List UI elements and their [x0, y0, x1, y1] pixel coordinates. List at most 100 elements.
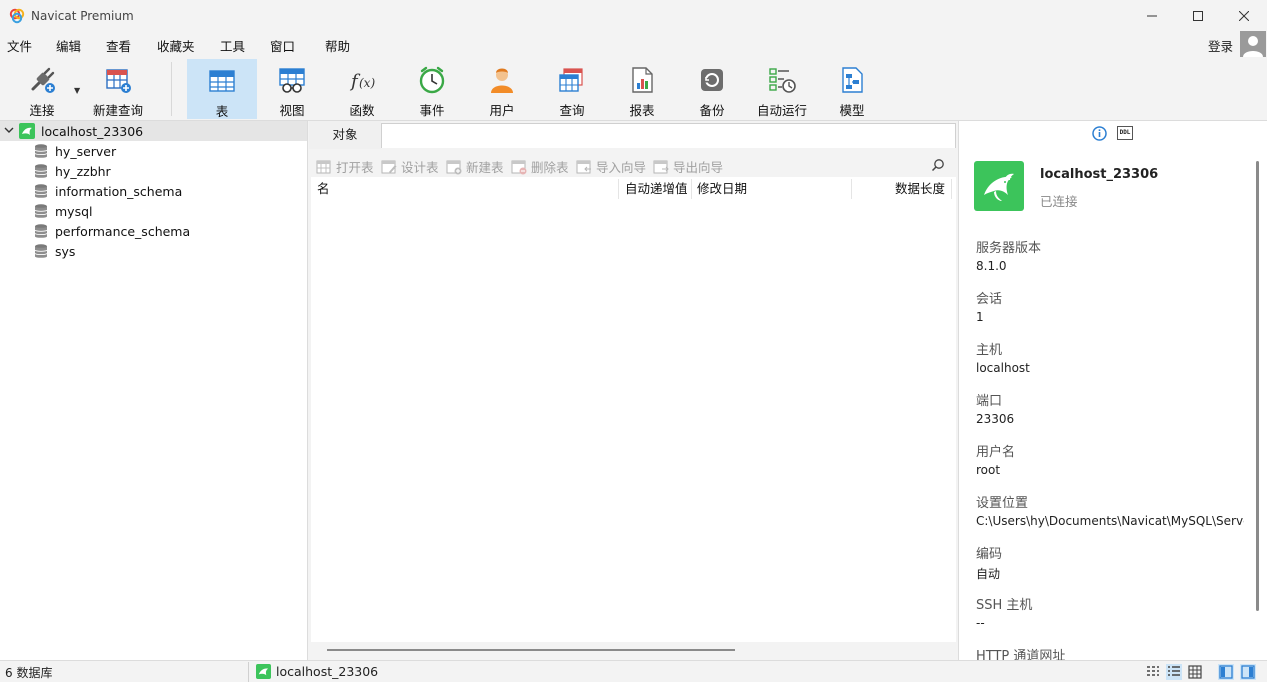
- detail-view-icon[interactable]: [1166, 664, 1182, 680]
- column-header-name[interactable]: 名: [317, 177, 330, 201]
- navigation-pane: localhost_23306 hy_server hy_zzbhr infor…: [0, 121, 308, 660]
- design-table-button[interactable]: 设计表: [381, 157, 439, 176]
- nav-connection-item[interactable]: localhost_23306: [0, 121, 307, 141]
- nav-connection-label: localhost_23306: [41, 123, 144, 139]
- new-query-button[interactable]: 新建查询: [92, 59, 144, 119]
- tab-objects[interactable]: 对象: [309, 121, 381, 149]
- table-button[interactable]: 表: [187, 59, 257, 119]
- report-label: 报表: [629, 103, 655, 118]
- import-wizard-button[interactable]: 导入向导: [576, 157, 646, 176]
- info-connection-status: 已连接: [1040, 194, 1078, 209]
- chevron-down-icon[interactable]: [4, 125, 14, 135]
- menu-edit[interactable]: 编辑: [56, 36, 81, 55]
- prop-host-value: localhost: [976, 361, 1030, 375]
- new-table-button[interactable]: 新建表: [446, 157, 504, 176]
- minimize-button[interactable]: [1129, 0, 1175, 32]
- ddl-icon[interactable]: DDL: [1117, 126, 1133, 140]
- column-header-modified-date[interactable]: 修改日期: [697, 177, 747, 201]
- event-button[interactable]: 事件: [410, 59, 454, 119]
- nav-database-item[interactable]: mysql: [0, 201, 307, 221]
- svg-text:(x): (x): [359, 76, 375, 90]
- vertical-scrollbar[interactable]: [1256, 161, 1259, 611]
- toggle-left-pane-icon[interactable]: [1218, 664, 1234, 680]
- view-button[interactable]: 视图: [270, 59, 314, 119]
- prop-encoding-label: 编码: [976, 547, 1003, 562]
- column-header-data-length[interactable]: 数据长度: [895, 177, 945, 201]
- info-pane: DDL localhost_23306 已连接 服务器版本 8.1.0 会话 1…: [958, 121, 1267, 664]
- backup-label: 备份: [699, 103, 725, 118]
- view-glasses-icon: [277, 65, 307, 95]
- table-icon: [207, 66, 237, 96]
- prop-port-value: 23306: [976, 412, 1015, 426]
- object-toolbar: 打开表 设计表 新建表 删除表 导入向导 导出向导: [309, 153, 957, 177]
- main-toolbar: 连接 新建查询 表 视图 f (x) 函数 事件 用户 查询 报表 备份 自动运…: [0, 58, 1267, 120]
- prop-ssh-host-value: --: [976, 616, 985, 630]
- menu-tools[interactable]: 工具: [220, 36, 245, 55]
- nav-database-item[interactable]: sys: [0, 241, 307, 261]
- prop-server-version-label: 服务器版本: [976, 241, 1042, 256]
- login-link[interactable]: 登录: [1208, 36, 1233, 55]
- menu-window[interactable]: 窗口: [270, 36, 295, 55]
- backup-button[interactable]: 备份: [690, 59, 734, 119]
- new-query-icon: [103, 65, 133, 95]
- connection-plug-icon: [27, 65, 57, 95]
- new-query-label: 新建查询: [92, 103, 143, 118]
- connection-dropdown-arrow-icon[interactable]: ▼: [74, 86, 80, 95]
- status-database-count: 6 数据库: [5, 666, 53, 680]
- database-icon: [34, 204, 48, 218]
- toolbar-separator: [171, 62, 172, 116]
- info-tab-bar: DDL: [959, 121, 1267, 147]
- menu-bar: 文件 编辑 查看 收藏夹 工具 窗口 帮助: [0, 32, 1267, 56]
- prop-port-label: 端口: [976, 394, 1003, 409]
- function-button[interactable]: f (x) 函数: [340, 59, 384, 119]
- nav-database-item[interactable]: performance_schema: [0, 221, 307, 241]
- menu-help[interactable]: 帮助: [325, 36, 350, 55]
- toggle-right-pane-icon[interactable]: [1240, 664, 1256, 680]
- prop-session-value: 1: [976, 310, 984, 324]
- import-wizard-label: 导入向导: [596, 160, 647, 175]
- nav-database-label: hy_server: [55, 143, 117, 159]
- window-title: Navicat Premium: [31, 9, 134, 23]
- tab-strip-empty: [381, 123, 956, 148]
- object-list[interactable]: 名 自动递增值 修改日期 数据长度: [311, 177, 956, 642]
- database-icon: [34, 164, 48, 178]
- export-wizard-button[interactable]: 导出向导: [653, 157, 723, 176]
- nav-database-item[interactable]: information_schema: [0, 181, 307, 201]
- menu-favorites[interactable]: 收藏夹: [157, 36, 195, 55]
- menu-view[interactable]: 查看: [106, 36, 131, 55]
- report-button[interactable]: 报表: [620, 59, 664, 119]
- user-icon: [487, 65, 517, 95]
- er-diagram-view-icon[interactable]: [1187, 664, 1203, 680]
- close-button[interactable]: [1221, 0, 1267, 32]
- delete-table-button[interactable]: 删除表: [511, 157, 569, 176]
- list-view-icon[interactable]: [1145, 664, 1161, 680]
- nav-database-label: mysql: [55, 203, 93, 219]
- nav-database-item[interactable]: hy_zzbhr: [0, 161, 307, 181]
- info-icon[interactable]: [1092, 126, 1107, 141]
- horizontal-scrollbar[interactable]: [327, 649, 735, 651]
- model-label: 模型: [839, 103, 865, 118]
- function-icon: f (x): [347, 65, 377, 95]
- query-button[interactable]: 查询: [550, 59, 594, 119]
- connection-button[interactable]: 连接: [22, 59, 62, 119]
- maximize-button[interactable]: [1175, 0, 1221, 32]
- user-button[interactable]: 用户: [480, 59, 524, 119]
- search-icon[interactable]: [931, 158, 945, 172]
- avatar[interactable]: [1240, 31, 1266, 57]
- menu-file[interactable]: 文件: [7, 36, 32, 55]
- backup-icon: [697, 65, 727, 95]
- open-table-button[interactable]: 打开表: [316, 157, 374, 176]
- user-label: 用户: [489, 103, 515, 118]
- report-icon: [627, 65, 657, 95]
- nav-database-label: hy_zzbhr: [55, 163, 111, 179]
- nav-database-item[interactable]: hy_server: [0, 141, 307, 161]
- new-table-icon: [446, 159, 462, 175]
- automation-button[interactable]: 自动运行: [756, 59, 808, 119]
- model-button[interactable]: 模型: [830, 59, 874, 119]
- prop-settings-location-label: 设置位置: [976, 496, 1029, 511]
- database-icon: [34, 224, 48, 238]
- database-icon: [34, 244, 48, 258]
- column-header-auto-increment[interactable]: 自动递增值: [625, 177, 688, 201]
- connection-label: 连接: [29, 103, 55, 118]
- event-label: 事件: [419, 103, 445, 118]
